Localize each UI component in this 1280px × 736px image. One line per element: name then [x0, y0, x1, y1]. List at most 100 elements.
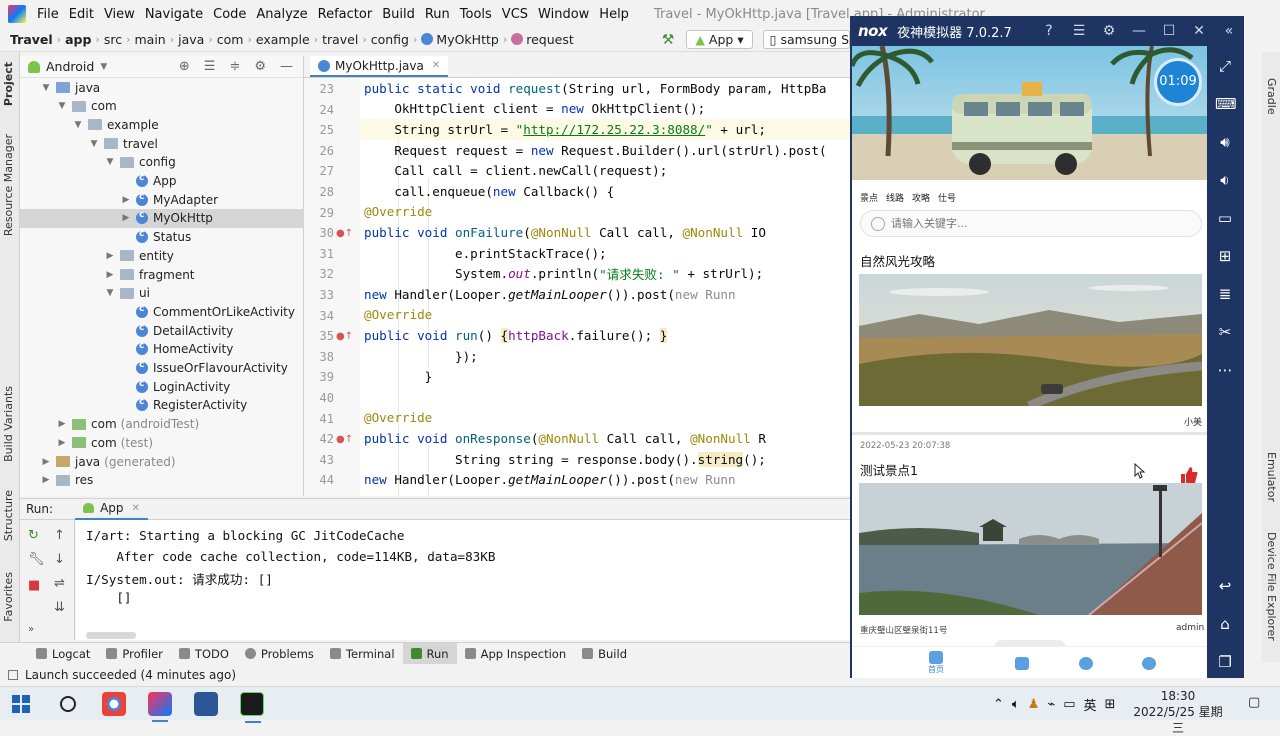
locate-icon[interactable]: ⊕ — [179, 59, 190, 74]
tree-item[interactable]: RegisterActivity — [20, 396, 304, 415]
tab-build-variants[interactable]: Build Variants — [2, 386, 15, 462]
tree-item[interactable]: ▶ MyAdapter — [20, 190, 304, 209]
crumb-module[interactable]: app — [61, 32, 95, 47]
collapse-sidebar-icon[interactable]: « — [1214, 23, 1244, 39]
tree-item[interactable]: ▶ fragment — [20, 265, 304, 284]
chevron-up-icon[interactable]: ⌃ — [993, 697, 1004, 712]
close-icon[interactable]: ✕ — [132, 503, 140, 514]
tool-problems[interactable]: Problems — [237, 643, 322, 665]
menu-vcs[interactable]: VCS — [497, 7, 533, 22]
tool-todo[interactable]: TODO — [171, 643, 237, 665]
tool-profiler[interactable]: Profiler — [98, 643, 171, 665]
tool-run[interactable]: Run — [402, 642, 457, 665]
project-view-select[interactable]: Android — [46, 59, 94, 74]
tool-logcat[interactable]: Logcat — [28, 643, 98, 665]
card-title[interactable]: 自然风光攻略 — [860, 251, 935, 270]
tool-terminal[interactable]: Terminal — [322, 643, 403, 665]
home-icon[interactable]: ⌂ — [1215, 614, 1235, 634]
tree-item[interactable]: CommentOrLikeActivity — [20, 302, 304, 321]
gear-icon[interactable]: ⚙ — [254, 59, 266, 74]
nav-profile[interactable] — [1129, 651, 1169, 670]
tab-other[interactable]: 仕号 — [938, 191, 956, 204]
tab-resource-manager[interactable]: Resource Manager — [2, 134, 15, 236]
search-box[interactable] — [860, 210, 1202, 237]
chevron-right-icon[interactable]: ▶ — [56, 438, 68, 448]
maximize-icon[interactable]: ☐ — [1154, 23, 1184, 39]
crumb-main[interactable]: main — [130, 32, 169, 47]
tool-build[interactable]: Build — [574, 643, 635, 665]
tree-item[interactable]: ▼ com — [20, 97, 304, 116]
crumb-com[interactable]: com — [213, 32, 248, 47]
menu-navigate[interactable]: Navigate — [140, 7, 208, 22]
chrome-icon[interactable] — [102, 692, 126, 716]
card-image[interactable] — [859, 483, 1202, 615]
back-icon[interactable]: ↩ — [1215, 576, 1235, 596]
tab-scenic[interactable]: 景点 — [860, 191, 878, 204]
device-select[interactable]: ▯ samsung SM-G9 — [762, 30, 850, 49]
battery-icon[interactable]: ▭ — [1063, 697, 1075, 712]
like-thumb-icon[interactable] — [1180, 466, 1198, 484]
crumb-class[interactable]: MyOkHttp — [417, 32, 502, 47]
menu-icon[interactable]: ☰ — [1064, 23, 1094, 39]
tree-item[interactable]: ▶ java (generated) — [20, 452, 304, 471]
menu-build[interactable]: Build — [377, 7, 420, 22]
stop-icon[interactable]: ■ — [28, 578, 40, 593]
chevron-down-icon[interactable]: ▼ — [40, 83, 52, 93]
volume-up-icon[interactable]: 🔊︎ — [1215, 132, 1235, 152]
tree-item[interactable]: ▼ travel — [20, 134, 304, 153]
tree-item[interactable]: ▶ com (test) — [20, 433, 304, 452]
nav-chat[interactable] — [1066, 651, 1106, 670]
chevron-right-icon[interactable]: ▶ — [120, 195, 132, 205]
ime-indicator[interactable]: 英 — [1084, 695, 1097, 714]
apk-install-icon[interactable]: ⊞ — [1215, 246, 1235, 266]
crumb-example[interactable]: example — [252, 32, 314, 47]
override-marker-icon[interactable]: ●↑ — [336, 331, 353, 342]
close-icon[interactable]: ✕ — [1184, 23, 1214, 39]
menu-analyze[interactable]: Analyze — [251, 7, 312, 22]
chevron-down-icon[interactable]: ▼ — [72, 120, 84, 130]
windows-start-icon[interactable] — [12, 694, 30, 713]
card-title[interactable]: 测试景点1 — [860, 460, 918, 479]
tree-item[interactable]: LoginActivity — [20, 377, 304, 396]
tree-item[interactable]: IssueOrFlavourActivity — [20, 359, 304, 378]
crumb-src[interactable]: src — [100, 32, 126, 47]
crumb-java[interactable]: java — [174, 32, 208, 47]
soft-wrap-icon[interactable]: ⇌ — [54, 576, 65, 591]
search-input[interactable] — [891, 217, 1151, 230]
collapse-all-icon[interactable]: ☰ — [204, 59, 216, 74]
chevron-right-icon[interactable]: ▶ — [40, 475, 52, 485]
expand-all-icon[interactable]: ≑ — [229, 59, 240, 74]
run-console[interactable]: I/art: Starting a blocking GC JitCodeCac… — [76, 520, 850, 640]
tab-gradle[interactable]: Gradle — [1265, 78, 1278, 115]
chevron-right-icon[interactable]: ▶ — [104, 251, 116, 261]
tree-item[interactable]: ▶ entity — [20, 246, 304, 265]
tab-structure[interactable]: Structure — [2, 490, 15, 541]
menu-refactor[interactable]: Refactor — [313, 7, 378, 22]
speaker-icon[interactable]: 🔈︎ — [1012, 697, 1020, 712]
menu-code[interactable]: Code — [208, 7, 251, 22]
crumb-config[interactable]: config — [367, 32, 413, 47]
override-marker-icon[interactable]: ●↑ — [336, 228, 353, 239]
grid-icon[interactable]: ⊞ — [1105, 697, 1116, 712]
search-icon[interactable] — [60, 695, 76, 712]
fullscreen-icon[interactable]: ⤢ — [1215, 56, 1235, 76]
tool-app-inspection[interactable]: App Inspection — [457, 643, 575, 665]
nav-home[interactable]: 首页 — [916, 651, 956, 675]
menu-view[interactable]: View — [99, 7, 140, 22]
tree-item[interactable]: DetailActivity — [20, 321, 304, 340]
chevron-right-icon[interactable]: ▶ — [104, 270, 116, 280]
more-icon[interactable]: ⋯ — [1215, 360, 1235, 380]
tab-favorites[interactable]: Favorites — [2, 572, 15, 622]
multi-instance-icon[interactable]: ≣ — [1215, 284, 1235, 304]
minimize-icon[interactable]: — — [280, 59, 293, 74]
tree-item[interactable]: ▼ example — [20, 115, 304, 134]
help-icon[interactable]: ? — [1034, 23, 1064, 39]
banner-image[interactable]: 01:09 — [852, 46, 1207, 180]
tree-item[interactable]: ▶ MyOkHttp — [20, 208, 304, 228]
tree-item[interactable]: ▼ ui — [20, 284, 304, 303]
run-config-select[interactable]: ▲ App ▾ — [686, 30, 753, 49]
nox-icon[interactable] — [240, 692, 264, 723]
rerun-icon[interactable]: ↻ — [28, 528, 39, 543]
chevron-down-icon[interactable]: ▼ — [104, 157, 116, 167]
run-tab-app[interactable]: App ✕ — [75, 498, 148, 520]
